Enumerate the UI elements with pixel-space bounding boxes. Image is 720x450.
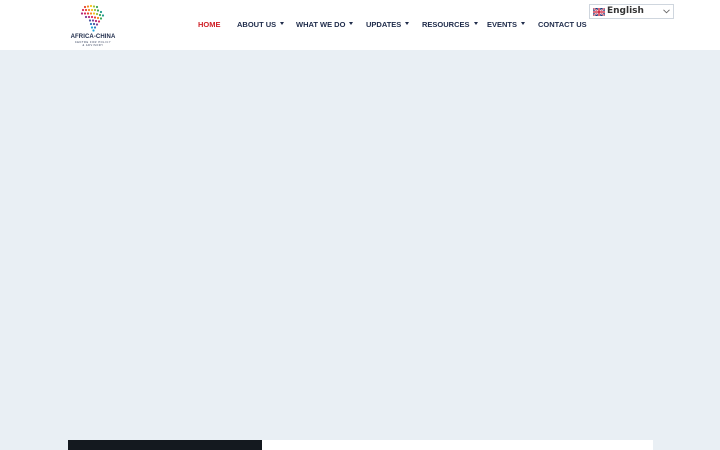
caret-down-icon bbox=[405, 22, 410, 25]
bottom-panel-dark bbox=[68, 440, 262, 450]
nav-item-events[interactable]: EVENTS bbox=[487, 17, 526, 33]
bottom-panel-light bbox=[262, 440, 653, 450]
chevron-down-icon bbox=[663, 9, 670, 14]
nav-item-what-we-do[interactable]: WHAT WE DO bbox=[296, 17, 354, 33]
caret-down-icon bbox=[280, 22, 285, 25]
nav-item-about-us[interactable]: ABOUT US bbox=[237, 17, 285, 33]
hero-banner bbox=[0, 50, 720, 450]
caret-down-icon bbox=[473, 22, 478, 25]
nav-item-label: UPDATES bbox=[366, 20, 402, 29]
site-header: AFRICA-CHINA CENTRE FOR POLICY & ADVISORY… bbox=[0, 0, 720, 50]
nav-item-label: WHAT WE DO bbox=[296, 20, 346, 29]
language-selector[interactable]: English bbox=[589, 4, 674, 19]
caret-down-icon bbox=[521, 22, 526, 25]
main-nav: HOME ABOUT US WHAT WE DO UPDATES RESOURC… bbox=[0, 17, 600, 33]
nav-item-home[interactable]: HOME bbox=[198, 17, 221, 33]
language-label: English bbox=[607, 6, 644, 16]
logo-name: AFRICA-CHINA bbox=[70, 34, 116, 40]
nav-item-contact-us[interactable]: CONTACT US bbox=[538, 17, 587, 33]
nav-item-resources[interactable]: RESOURCES bbox=[422, 17, 478, 33]
nav-item-label: HOME bbox=[198, 20, 221, 29]
logo-tagline: CENTRE FOR POLICY & ADVISORY bbox=[74, 41, 112, 47]
nav-item-label: ABOUT US bbox=[237, 20, 277, 29]
nav-item-label: EVENTS bbox=[487, 20, 518, 29]
nav-item-label: RESOURCES bbox=[422, 20, 470, 29]
nav-item-label: CONTACT US bbox=[538, 20, 587, 29]
uk-flag-icon bbox=[593, 8, 605, 16]
nav-item-updates[interactable]: UPDATES bbox=[366, 17, 410, 33]
caret-down-icon bbox=[349, 22, 354, 25]
